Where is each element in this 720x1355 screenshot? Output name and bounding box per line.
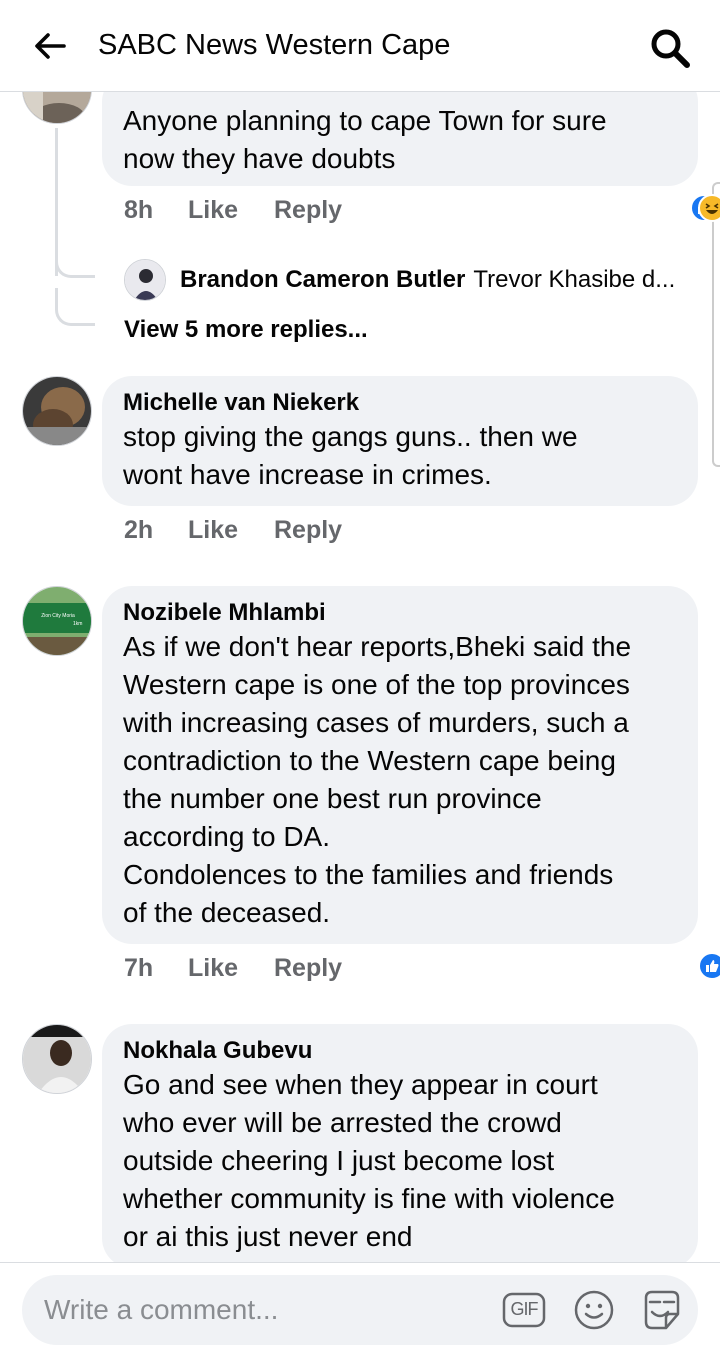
avatar[interactable]: Zion City Moria 1km <box>22 586 92 656</box>
arrow-left-icon[interactable] <box>30 26 70 66</box>
reply-button[interactable]: Reply <box>274 196 342 225</box>
like-button[interactable]: Like <box>188 954 238 983</box>
view-more-replies-link[interactable]: View 5 more replies... <box>124 316 368 344</box>
comment-author[interactable]: Nokhala Gubevu <box>123 1036 677 1066</box>
reply-preview[interactable]: Brandon Cameron Butler Trevor Khasibe d.… <box>124 258 694 302</box>
thread-connector <box>55 288 95 326</box>
svg-text:Zion City Moria: Zion City Moria <box>41 613 75 619</box>
comment-bubble[interactable]: Nokhala Gubevu Go and see when they appe… <box>102 1024 698 1262</box>
comment-time: 8h <box>124 196 154 224</box>
top-bar: SABC News Western Cape <box>0 0 720 92</box>
thread-connector <box>55 232 95 278</box>
scrollbar[interactable] <box>712 182 720 467</box>
like-button[interactable]: Like <box>188 196 238 225</box>
comment-actions: 7h Like Reply 6 <box>124 952 720 988</box>
comments-feed[interactable]: Anyone planning to cape Town for sure no… <box>0 92 720 1262</box>
comment-bubble[interactable]: Anyone planning to cape Town for sure no… <box>102 92 698 186</box>
search-icon[interactable] <box>648 26 692 70</box>
reply-author[interactable]: Brandon Cameron Butler <box>180 266 465 294</box>
reply-button[interactable]: Reply <box>274 516 342 545</box>
reply-text: Trevor Khasibe d... <box>473 266 676 293</box>
comment-text: Anyone planning to cape Town for sure no… <box>123 105 607 174</box>
comment-author[interactable]: Michelle van Niekerk <box>123 388 677 418</box>
comment-composer: GIF <box>22 1275 698 1345</box>
avatar[interactable] <box>22 92 92 124</box>
comment-author[interactable]: Nozibele Mhlambi <box>123 598 677 628</box>
reply-button[interactable]: Reply <box>274 954 342 983</box>
avatar[interactable] <box>124 259 166 301</box>
comment-actions: 2h Like Reply <box>124 516 424 550</box>
comment-text: As if we don't hear reports,Bheki said t… <box>123 631 632 928</box>
svg-text:1km: 1km <box>73 621 82 627</box>
comment-time: 2h <box>124 516 154 544</box>
comment-text: stop giving the gangs guns.. then we won… <box>123 421 578 490</box>
comment-text: Go and see when they appear in court who… <box>123 1069 615 1252</box>
comment-bubble[interactable]: Nozibele Mhlambi As if we don't hear rep… <box>102 586 698 944</box>
comment-actions: 8h Like Reply 3 <box>124 194 720 230</box>
comment-input[interactable] <box>44 1289 484 1331</box>
avatar[interactable] <box>22 1024 92 1094</box>
like-reaction-icon <box>698 952 720 980</box>
haha-reaction-icon <box>698 194 720 222</box>
comment-composer-bar: GIF <box>0 1262 720 1355</box>
gif-label: GIF <box>510 1299 539 1319</box>
like-button[interactable]: Like <box>188 516 238 545</box>
smiley-icon[interactable] <box>572 1288 616 1332</box>
comment-bubble[interactable]: Michelle van Niekerk stop giving the gan… <box>102 376 698 506</box>
sticker-icon[interactable] <box>640 1288 684 1332</box>
gif-button[interactable]: GIF <box>502 1288 546 1332</box>
comment-time: 7h <box>124 954 154 982</box>
avatar[interactable] <box>22 376 92 446</box>
page-title: SABC News Western Cape <box>98 29 451 61</box>
